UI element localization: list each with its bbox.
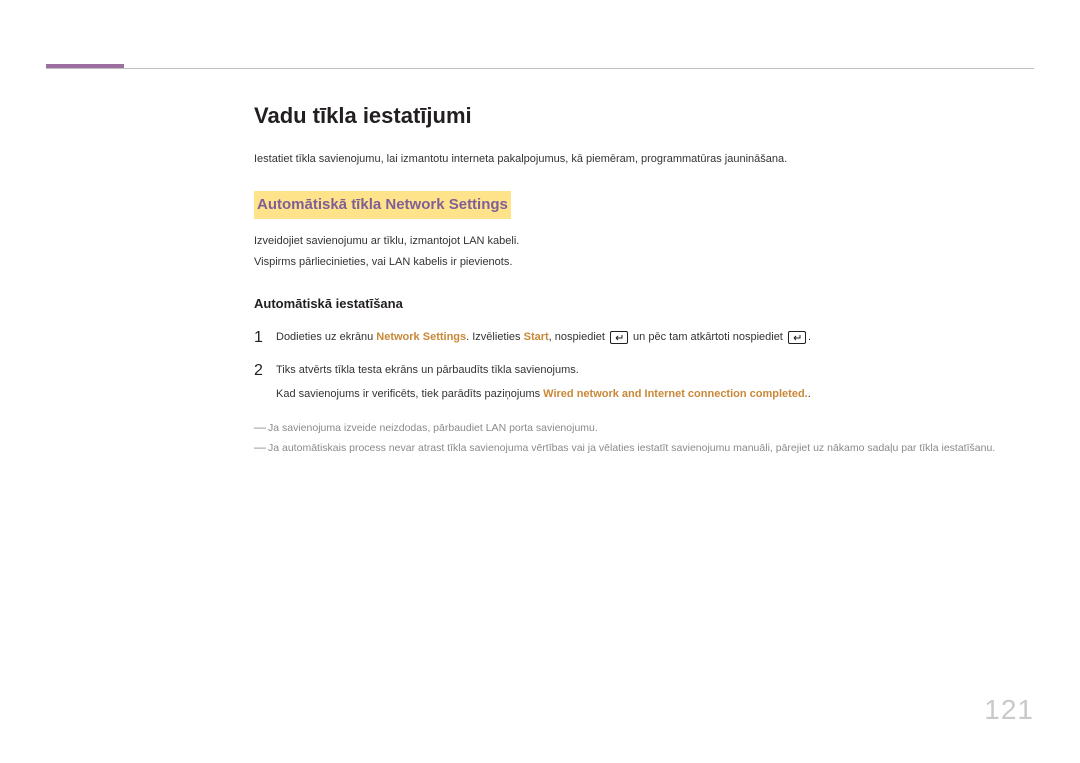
section-heading-wrap: Automātiskā tīkla Network Settings (254, 191, 1034, 219)
step-1-text-b: . Izvēlieties (466, 331, 523, 343)
page-number: 121 (984, 688, 1034, 733)
step-2-line-2: Kad savienojums ir verificēts, tiek parā… (276, 386, 1034, 404)
intro-paragraph: Iestatiet tīkla savienojumu, lai izmanto… (254, 151, 1034, 169)
step-1-number: 1 (254, 329, 276, 346)
step-2-number: 2 (254, 362, 276, 379)
note-dash-icon: ― (254, 440, 268, 454)
step-1-text-d: un pēc tam atkārtoti nospiediet (630, 331, 786, 343)
note-2-text: Ja automātiskais process nevar atrast tī… (268, 440, 1034, 457)
step-2: 2 Tiks atvērts tīkla testa ekrāns un pār… (254, 362, 1034, 403)
step-1: 1 Dodieties uz ekrānu Network Settings. … (254, 329, 1034, 347)
step-2-body: Tiks atvērts tīkla testa ekrāns un pārba… (276, 362, 1034, 403)
step-1-text-c: , nospiediet (549, 331, 608, 343)
step-2-line-1: Tiks atvērts tīkla testa ekrāns un pārba… (276, 362, 1034, 380)
section-para-2: Vispirms pārliecinieties, vai LAN kabeli… (254, 254, 1034, 272)
section-para-1: Izveidojiet savienojumu ar tīklu, izmant… (254, 233, 1034, 251)
step-2-line-2-accent: Wired network and Internet connection co… (543, 388, 808, 400)
step-1-body: Dodieties uz ekrānu Network Settings. Iz… (276, 329, 1034, 347)
enter-icon (788, 331, 806, 344)
step-1-text-a: Dodieties uz ekrānu (276, 331, 376, 343)
manual-page: Vadu tīkla iestatījumi Iestatiet tīkla s… (0, 0, 1080, 763)
step-2-line-2-suffix: . (808, 388, 811, 400)
step-1-accent-1: Network Settings (376, 331, 466, 343)
sub-heading: Automātiskā iestatīšana (254, 294, 1034, 315)
note-dash-icon: ― (254, 420, 268, 434)
step-1-text-e: . (808, 331, 811, 343)
section-heading: Automātiskā tīkla Network Settings (254, 191, 511, 219)
content-area: Vadu tīkla iestatījumi Iestatiet tīkla s… (254, 98, 1034, 459)
note-1-text: Ja savienojuma izveide neizdodas, pārbau… (268, 420, 1034, 437)
active-tab-indicator (46, 64, 124, 68)
enter-icon (610, 331, 628, 344)
step-1-accent-2: Start (524, 331, 549, 343)
header-rule (46, 68, 1034, 69)
note-1: ― Ja savienojuma izveide neizdodas, pārb… (254, 420, 1034, 437)
page-title: Vadu tīkla iestatījumi (254, 98, 1034, 133)
step-2-line-2-prefix: Kad savienojums ir verificēts, tiek parā… (276, 388, 543, 400)
note-2: ― Ja automātiskais process nevar atrast … (254, 440, 1034, 457)
